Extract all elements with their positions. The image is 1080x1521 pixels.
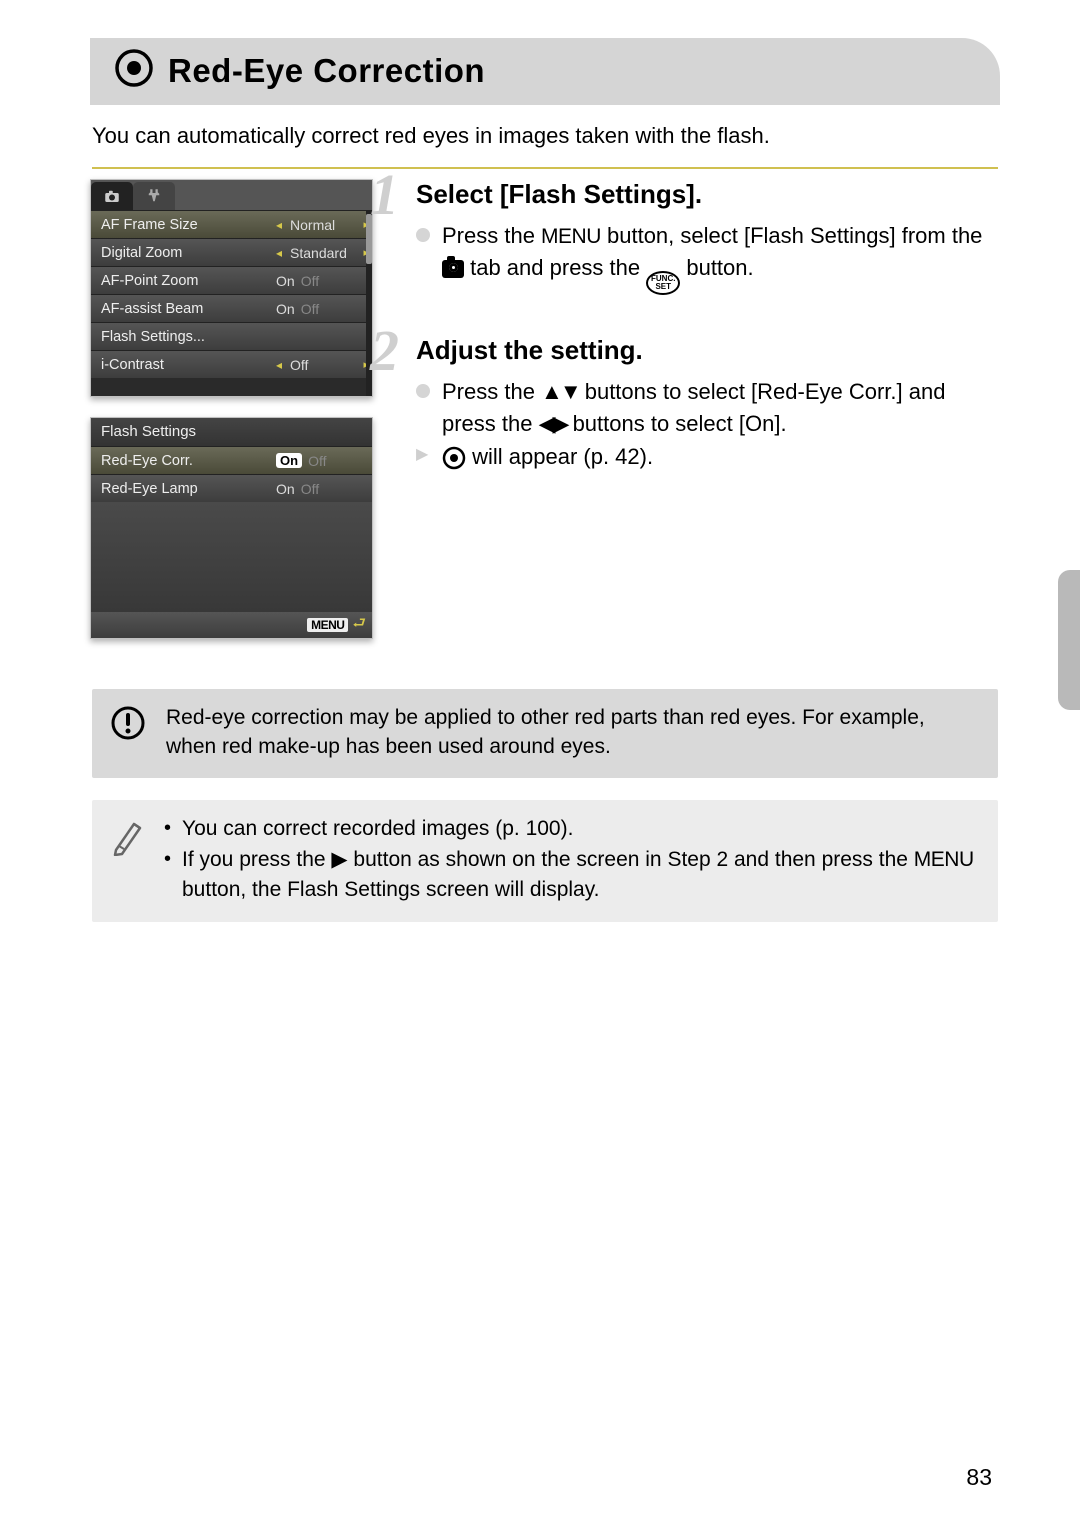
page-edge-tab <box>1058 570 1080 710</box>
camera-flash-settings-screenshot: Flash Settings Red-Eye Corr.OnOffRed-Eye… <box>90 417 373 639</box>
menu-row: Flash Settings... <box>91 322 372 350</box>
step: 1 Select [Flash Settings]. Press the MEN… <box>408 179 1000 295</box>
step-number: 2 <box>370 317 399 384</box>
step-title: Select [Flash Settings]. <box>416 179 1000 210</box>
menu-row: AF-assist BeamOnOff <box>91 294 372 322</box>
tip-item: You can correct recorded images (p. 100)… <box>164 814 980 843</box>
left-right-buttons-icon: ◀▶ <box>539 411 567 436</box>
return-icon: ⮐ <box>352 613 366 638</box>
red-eye-inline-icon <box>442 444 466 469</box>
up-down-buttons-icon: ▲▼ <box>541 379 579 404</box>
step: 2 Adjust the setting. Press the ▲▼ butto… <box>408 335 1000 474</box>
red-eye-icon <box>114 48 154 93</box>
page-number: 83 <box>966 1464 992 1491</box>
warning-note: Red-eye correction may be applied to oth… <box>92 689 998 778</box>
section-title: Red-Eye Correction <box>168 52 485 90</box>
pencil-icon <box>110 814 144 906</box>
func-set-button-icon: FUNC.SET <box>646 271 680 295</box>
camera-tab-inline-icon <box>442 260 464 278</box>
section-title-bar: Red-Eye Correction <box>90 38 1000 105</box>
tip-note: You can correct recorded images (p. 100)… <box>92 800 998 922</box>
menu-row: i-Contrast◂Off▸ <box>91 350 372 378</box>
tip-list: You can correct recorded images (p. 100)… <box>164 814 980 906</box>
camera-tab-icon <box>91 182 133 210</box>
step-title: Adjust the setting. <box>416 335 1000 366</box>
instruction-steps: 1 Select [Flash Settings]. Press the MEN… <box>408 179 1000 659</box>
right-arrow-icon: ▶ <box>331 848 347 871</box>
step-result: will appear (p. 42). <box>416 441 1000 473</box>
step-body: Press the MENU button, select [Flash Set… <box>416 220 1000 295</box>
warning-text: Red-eye correction may be applied to oth… <box>166 703 980 762</box>
step-body: Press the ▲▼ buttons to select [Red-Eye … <box>416 376 1000 440</box>
menu-row: Digital Zoom◂Standard▸ <box>91 238 372 266</box>
tip-item: If you press the ▶ button as shown on th… <box>164 845 980 904</box>
menu-row: Red-Eye LampOnOff <box>91 474 372 502</box>
menu-chip: MENU <box>307 618 348 632</box>
camera-menu-screenshot-1: AF Frame Size◂Normal▸Digital Zoom◂Standa… <box>90 179 373 397</box>
menu-row: AF Frame Size◂Normal▸ <box>91 210 372 238</box>
step-number: 1 <box>370 161 399 228</box>
lcd2-header: Flash Settings <box>91 418 372 446</box>
tools-tab-icon <box>133 182 175 210</box>
divider <box>92 167 998 169</box>
caution-icon <box>110 703 146 762</box>
menu-row: Red-Eye Corr.OnOff <box>91 446 372 474</box>
menu-row: AF-Point ZoomOnOff <box>91 266 372 294</box>
intro-text: You can automatically correct red eyes i… <box>92 123 998 149</box>
